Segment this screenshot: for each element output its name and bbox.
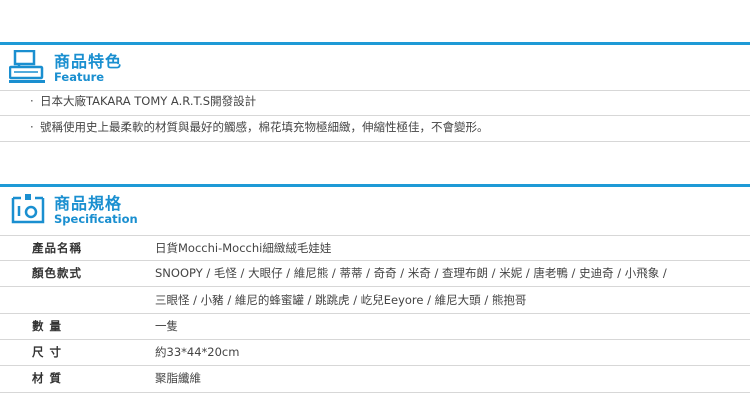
spec-header: 商品規格 Specification <box>0 188 750 232</box>
spec-label: 顏色款式 <box>32 266 82 280</box>
feature-item: · 日本大廠TAKARA TOMY A.R.T.S開發設計 <box>30 88 256 114</box>
feature-top-bar <box>0 42 750 45</box>
spec-value: 約33*44*20cm <box>155 345 240 359</box>
spec-subtitle: Specification <box>54 212 138 226</box>
divider <box>0 365 750 366</box>
divider <box>0 235 750 236</box>
spec-label: 尺 寸 <box>32 345 63 359</box>
shop-register-icon <box>8 49 47 84</box>
feature-item-text: 日本大廠TAKARA TOMY A.R.T.S開發設計 <box>40 94 257 108</box>
divider <box>0 313 750 314</box>
feature-subtitle: Feature <box>54 70 105 84</box>
feature-title: 商品特色 <box>54 52 123 71</box>
spec-value: 聚脂纖維 <box>155 371 201 385</box>
spec-value: 三眼怪 / 小豬 / 維尼的蜂蜜罐 / 跳跳虎 / 屹兒Eeyore / 維尼大… <box>155 293 527 307</box>
feature-header: 商品特色 Feature <box>0 46 750 90</box>
spec-label: 材 質 <box>32 371 63 385</box>
spec-value: 日貨Mocchi-Mocchi細緻絨毛娃娃 <box>155 241 332 255</box>
spec-label: 數 量 <box>32 319 63 333</box>
divider <box>0 339 750 340</box>
divider <box>0 141 750 142</box>
feature-item: · 號稱使用史上最柔軟的材質與最好的觸感，棉花填充物極細緻，伸縮性極佳，不會變形。 <box>30 114 489 140</box>
tag-icon <box>9 192 47 226</box>
bullet: · <box>30 120 34 134</box>
divider <box>0 392 750 393</box>
divider <box>0 260 750 261</box>
spec-value: 一隻 <box>155 319 178 333</box>
spec-top-bar <box>0 184 750 187</box>
spec-value: SNOOPY / 毛怪 / 大眼仔 / 維尼熊 / 蒂蒂 / 奇奇 / 米奇 /… <box>155 266 667 280</box>
divider <box>0 286 750 287</box>
spec-title: 商品規格 <box>54 194 123 213</box>
feature-item-text: 號稱使用史上最柔軟的材質與最好的觸感，棉花填充物極細緻，伸縮性極佳，不會變形。 <box>40 120 489 134</box>
bullet: · <box>30 94 34 108</box>
spec-label: 產品名稱 <box>32 241 82 255</box>
